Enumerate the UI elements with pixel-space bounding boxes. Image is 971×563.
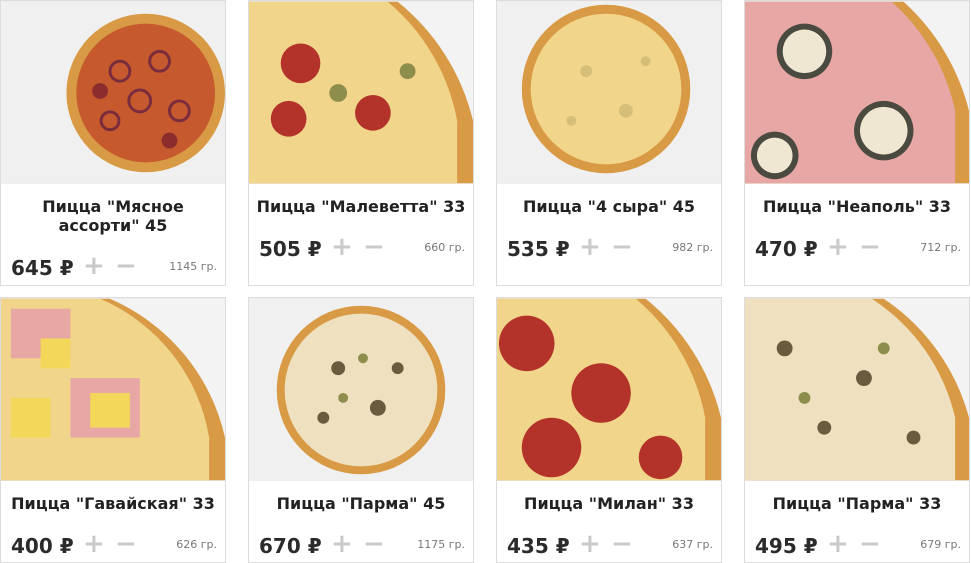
pizza-image[interactable] xyxy=(497,1,721,184)
product-weight: 637 гр. xyxy=(672,538,713,551)
product-price: 400 ₽ xyxy=(11,534,74,558)
product-title: Пицца "Парма" 33 xyxy=(772,494,942,513)
product-card[interactable]: Пицца "Парма" 33 495 ₽ + − 679 гр. xyxy=(744,297,970,563)
product-card[interactable]: Пицца "Милан" 33 435 ₽ + − 637 гр. xyxy=(496,297,722,563)
product-title: Пицца "Милан" 33 xyxy=(524,494,694,513)
minus-button[interactable]: − xyxy=(611,234,633,260)
minus-button[interactable]: − xyxy=(859,531,881,557)
plus-button[interactable]: + xyxy=(827,234,849,260)
product-card[interactable]: Пицца "Парма" 45 670 ₽ + − 1175 гр. xyxy=(248,297,474,563)
product-card[interactable]: Пицца "Малеветта" 33 505 ₽ + − 660 гр. xyxy=(248,0,474,286)
minus-button[interactable]: − xyxy=(115,253,137,279)
pizza-image[interactable] xyxy=(1,1,225,184)
plus-button[interactable]: + xyxy=(827,531,849,557)
product-title: Пицца "4 сыра" 45 xyxy=(522,197,696,216)
pizza-image[interactable] xyxy=(1,298,225,481)
product-price: 435 ₽ xyxy=(507,534,570,558)
product-title: Пицца "Гавайская" 33 xyxy=(11,494,215,513)
product-card[interactable]: Пицца "4 сыра" 45 535 ₽ + − 982 гр. xyxy=(496,0,722,286)
plus-button[interactable]: + xyxy=(83,531,105,557)
product-weight: 1175 гр. xyxy=(417,538,465,551)
product-title: Пицца "Парма" 45 xyxy=(276,494,446,513)
product-price: 645 ₽ xyxy=(11,256,74,280)
product-price: 505 ₽ xyxy=(259,237,322,261)
plus-button[interactable]: + xyxy=(331,234,353,260)
product-weight: 626 гр. xyxy=(176,538,217,551)
minus-button[interactable]: − xyxy=(363,234,385,260)
product-weight: 679 гр. xyxy=(920,538,961,551)
minus-button[interactable]: − xyxy=(363,531,385,557)
product-price: 470 ₽ xyxy=(755,237,818,261)
minus-button[interactable]: − xyxy=(859,234,881,260)
product-price: 670 ₽ xyxy=(259,534,322,558)
product-title: Пицца "Неаполь" 33 xyxy=(762,197,952,216)
plus-button[interactable]: + xyxy=(331,531,353,557)
plus-button[interactable]: + xyxy=(579,234,601,260)
product-title: Пицца "Малеветта" 33 xyxy=(256,197,466,216)
product-price: 495 ₽ xyxy=(755,534,818,558)
plus-button[interactable]: + xyxy=(83,253,105,279)
pizza-image[interactable] xyxy=(249,1,473,184)
pizza-image[interactable] xyxy=(249,298,473,481)
product-weight: 660 гр. xyxy=(424,241,465,254)
product-card[interactable]: Пицца "Гавайская" 33 400 ₽ + − 626 гр. xyxy=(0,297,226,563)
product-grid: Пицца "Мясное ассорти" 45 645 ₽ + − 1145… xyxy=(0,0,971,563)
pizza-image[interactable] xyxy=(497,298,721,481)
product-title: Пицца "Мясное ассорти" 45 xyxy=(42,197,184,235)
product-weight: 1145 гр. xyxy=(169,260,217,273)
product-card[interactable]: Пицца "Неаполь" 33 470 ₽ + − 712 гр. xyxy=(744,0,970,286)
minus-button[interactable]: − xyxy=(115,531,137,557)
pizza-image[interactable] xyxy=(745,298,969,481)
plus-button[interactable]: + xyxy=(579,531,601,557)
pizza-image[interactable] xyxy=(745,1,969,184)
product-card[interactable]: Пицца "Мясное ассорти" 45 645 ₽ + − 1145… xyxy=(0,0,226,286)
minus-button[interactable]: − xyxy=(611,531,633,557)
product-weight: 982 гр. xyxy=(672,241,713,254)
product-weight: 712 гр. xyxy=(920,241,961,254)
product-price: 535 ₽ xyxy=(507,237,570,261)
